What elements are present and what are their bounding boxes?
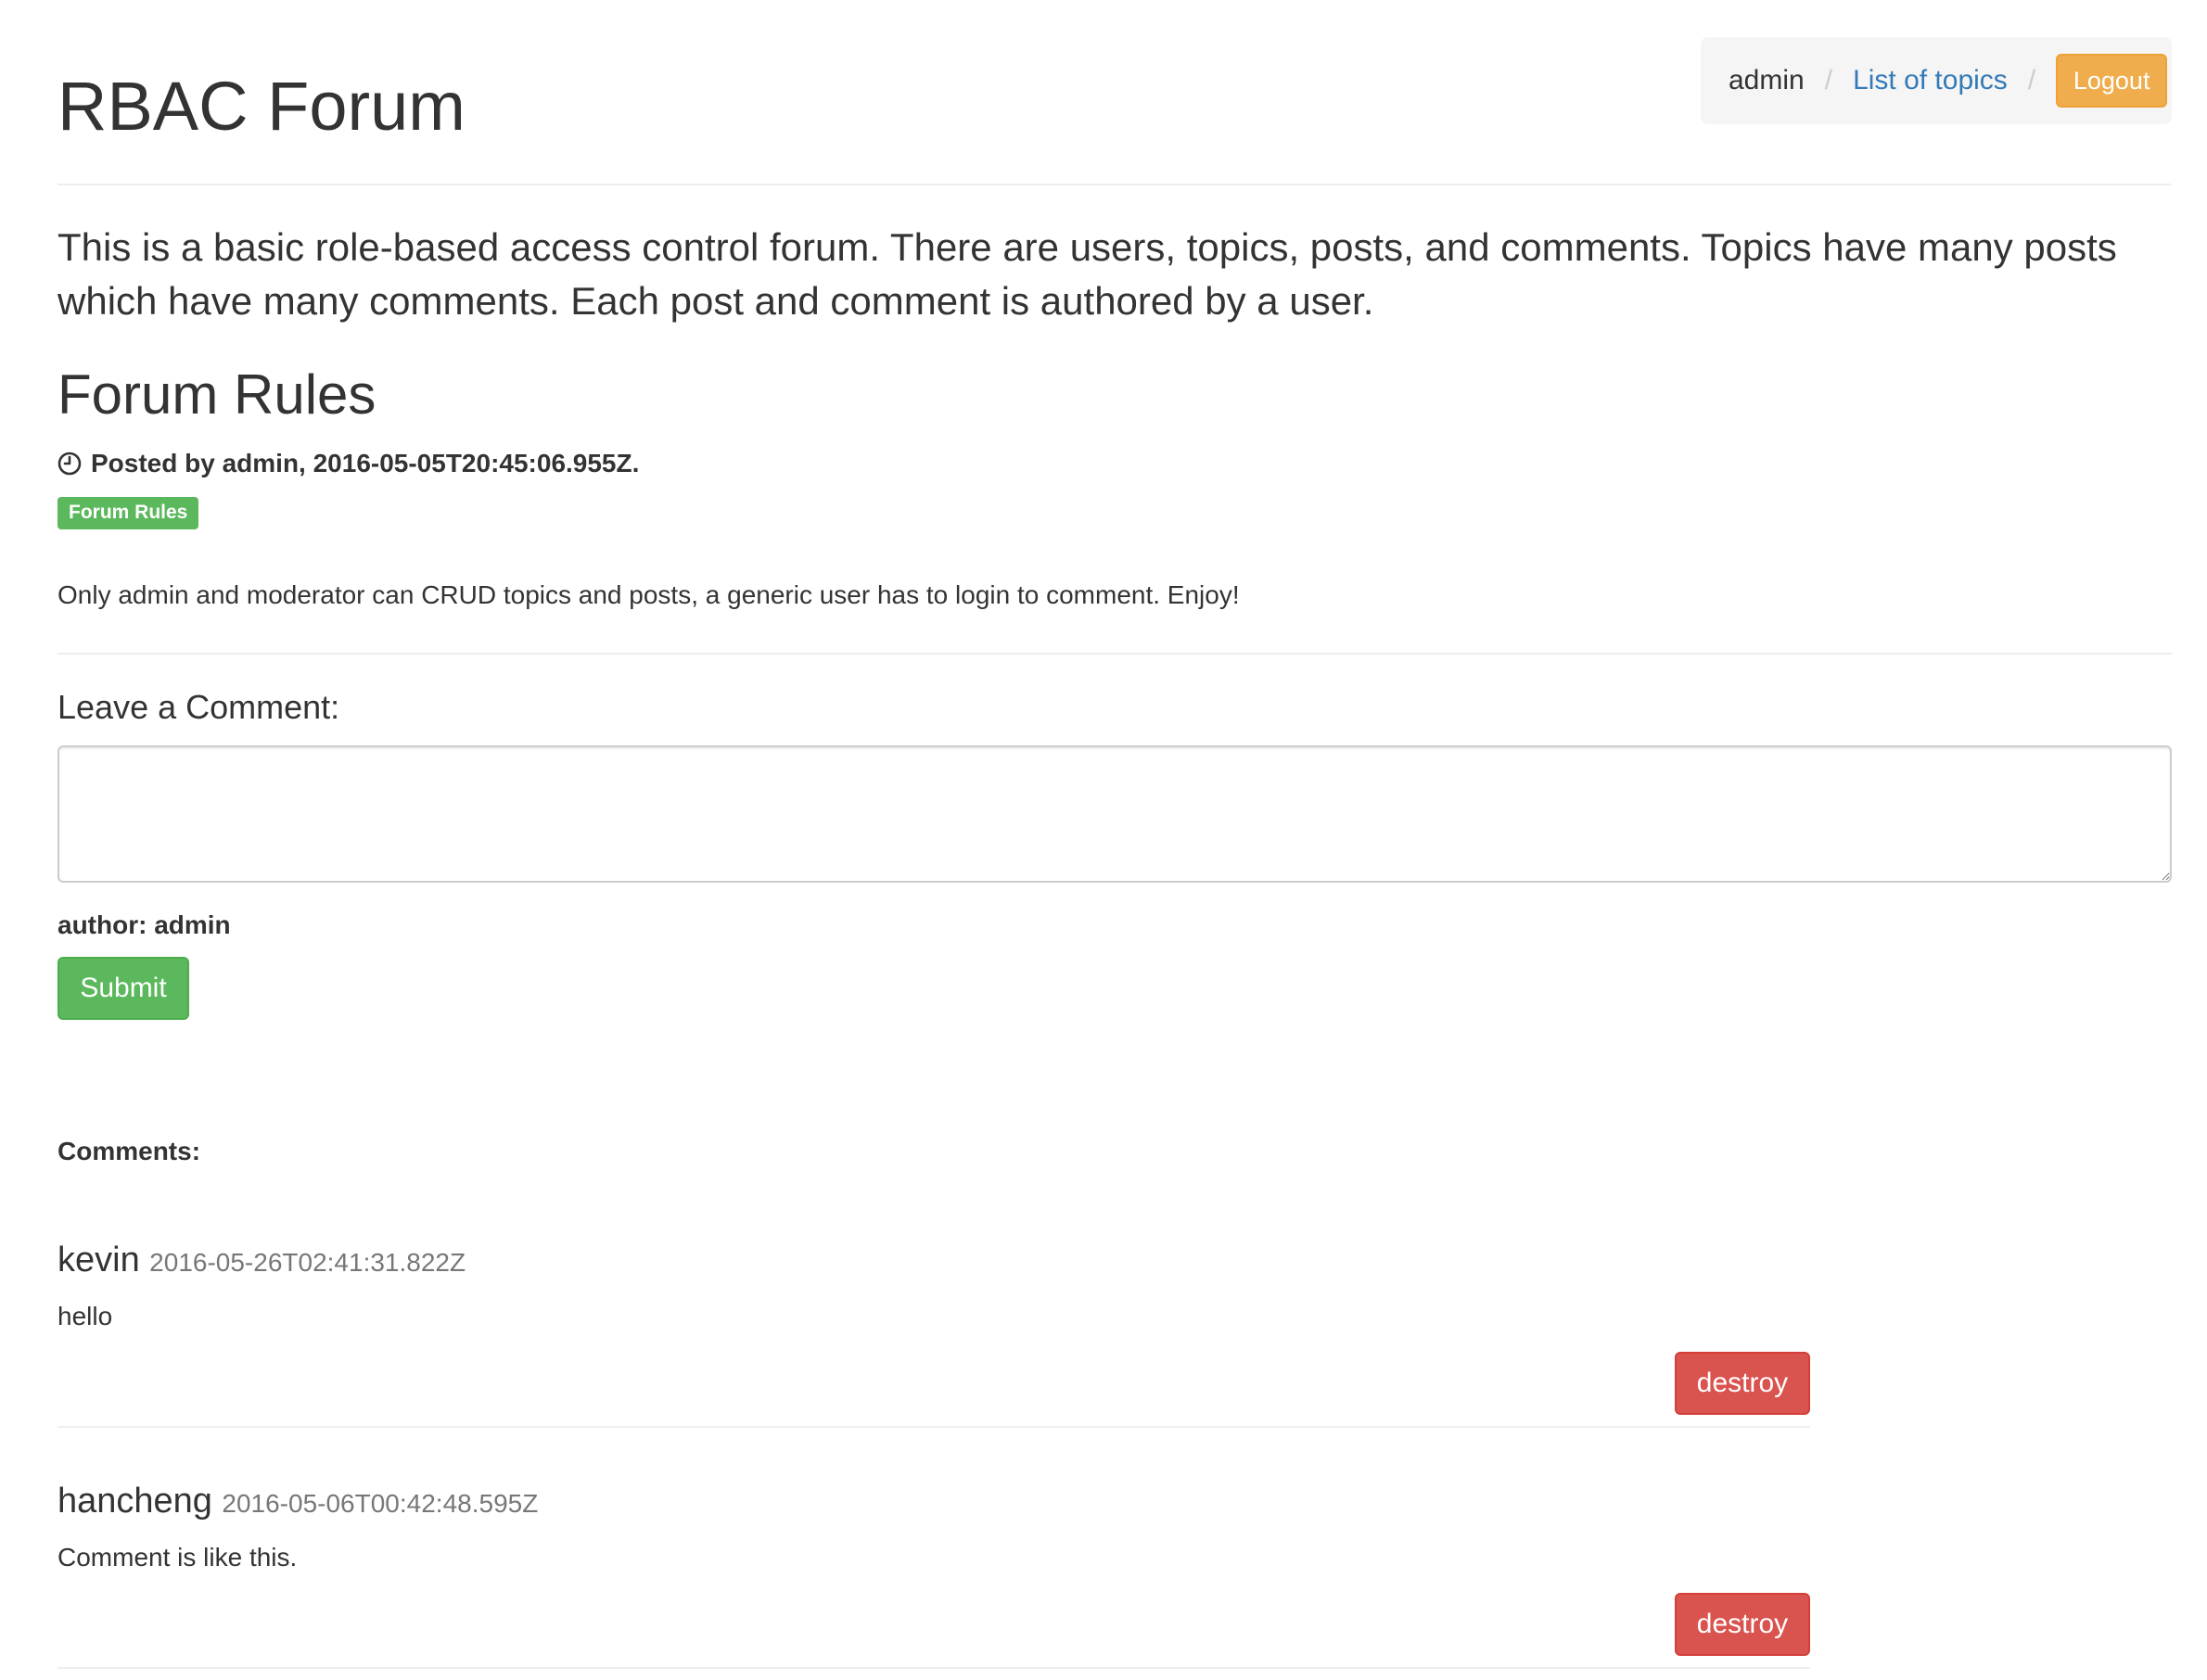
list-of-topics-link[interactable]: List of topics: [1853, 65, 2008, 96]
comment-timestamp: 2016-05-26T02:41:31.822Z: [149, 1248, 466, 1277]
page-container: RBAC Forum admin / List of topics / Logo…: [57, 0, 2172, 1669]
page-header: RBAC Forum admin / List of topics / Logo…: [57, 0, 2172, 185]
breadcrumb-user: admin: [1729, 65, 1805, 95]
divider: [57, 653, 2172, 655]
breadcrumb-separator: /: [2027, 65, 2036, 95]
clock-icon: [57, 452, 82, 476]
tag-badge: Forum Rules: [57, 497, 199, 529]
comment-text: Comment is like this.: [57, 1543, 298, 1572]
destroy-button[interactable]: destroy: [1675, 1593, 1810, 1656]
post-meta: Posted by admin, 2016-05-05T20:45:06.955…: [57, 449, 639, 478]
comment-item: kevin 2016-05-26T02:41:31.822Z hello des…: [57, 1241, 1810, 1428]
comment-author: hancheng: [57, 1482, 212, 1521]
author-label: author: admin: [57, 910, 231, 939]
comment-author: kevin: [57, 1241, 140, 1279]
logout-button[interactable]: Logout: [2056, 54, 2168, 108]
app-title: RBAC Forum: [57, 68, 466, 145]
comment-input[interactable]: [57, 745, 2172, 883]
breadcrumb: admin / List of topics / Logout: [1701, 37, 2172, 124]
destroy-button[interactable]: destroy: [1675, 1352, 1810, 1415]
intro-text: This is a basic role-based access contro…: [57, 225, 2117, 323]
post-title: Forum Rules: [57, 363, 376, 426]
leave-comment-heading: Leave a Comment:: [57, 688, 340, 726]
comment-text: hello: [57, 1302, 113, 1330]
comment-header: hancheng 2016-05-06T00:42:48.595Z: [57, 1482, 538, 1521]
comment-item: hancheng 2016-05-06T00:42:48.595Z Commen…: [57, 1482, 1810, 1669]
comment-timestamp: 2016-05-06T00:42:48.595Z: [222, 1489, 539, 1518]
comments-label: Comments:: [57, 1137, 201, 1165]
submit-button[interactable]: Submit: [57, 957, 189, 1020]
breadcrumb-separator: /: [1824, 65, 1833, 95]
post-meta-text: Posted by admin, 2016-05-05T20:45:06.955…: [91, 449, 640, 477]
post-body: Only admin and moderator can CRUD topics…: [57, 580, 1240, 609]
comment-header: kevin 2016-05-26T02:41:31.822Z: [57, 1241, 466, 1280]
